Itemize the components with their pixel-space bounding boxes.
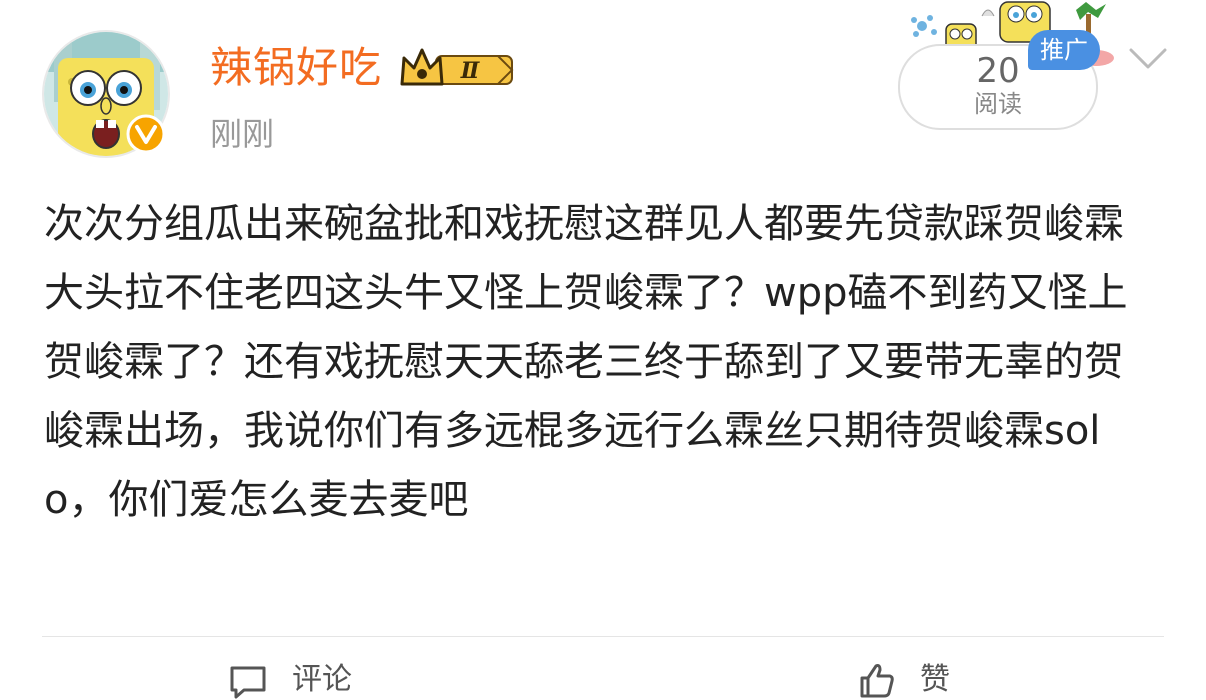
like-label: 赞	[920, 662, 950, 697]
comment-button[interactable]: 评论	[228, 660, 352, 700]
promotion-badge: 推广	[1028, 30, 1100, 70]
comment-icon	[230, 666, 266, 699]
divider	[42, 636, 1164, 637]
vip-crown-badge-icon[interactable]: Ⅱ	[398, 44, 516, 92]
post-timestamp: 刚刚	[210, 115, 275, 153]
verified-v-icon	[126, 114, 166, 154]
avatar-container[interactable]	[42, 30, 170, 158]
weibo-post-card: 辣锅好吃 Ⅱ 刚刚 20 阅读 推广 次次分组瓜出来碗盆批和戏抚慰这群见人都要先…	[0, 0, 1206, 699]
comment-label: 评论	[292, 662, 352, 697]
thumbs-up-icon	[860, 664, 894, 698]
read-count-label: 阅读	[974, 90, 1022, 118]
author-name[interactable]: 辣锅好吃	[210, 44, 382, 92]
vip-level-text: Ⅱ	[460, 58, 481, 84]
post-body-text: 次次分组瓜出来碗盆批和戏抚慰这群见人都要先贷款踩贺峻霖 大头拉不住老四这头牛又怪…	[44, 201, 1128, 523]
like-button[interactable]: 赞	[856, 660, 950, 700]
chevron-down-icon[interactable]	[1128, 46, 1168, 72]
